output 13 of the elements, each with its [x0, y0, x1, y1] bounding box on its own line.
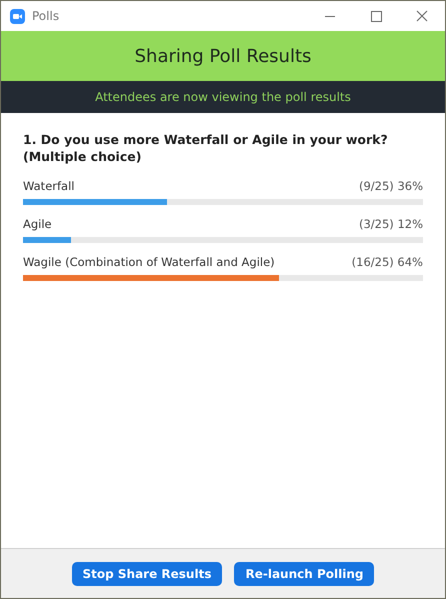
answer-result: (9/25) 36% — [358, 179, 423, 193]
window-title: Polls — [32, 9, 60, 23]
banner-title: Sharing Poll Results — [1, 31, 445, 81]
answer-result: (16/25) 64% — [352, 255, 423, 269]
app-icon — [10, 8, 25, 24]
action-button[interactable]: Re-launch Polling — [234, 562, 374, 586]
answer-label: Waterfall — [23, 179, 74, 193]
notice-text: Attendees are now viewing the poll results — [1, 81, 445, 113]
action-button[interactable]: Stop Share Results — [72, 562, 222, 586]
answer-label: Agile — [23, 217, 52, 231]
question-text: 1. Do you use more Waterfall or Agile in your work? (Multiple choice) — [23, 131, 389, 165]
answer-label: Wagile (Combination of Waterfall and Agile) — [23, 255, 275, 269]
answer-result: (3/25) 12% — [358, 217, 423, 231]
